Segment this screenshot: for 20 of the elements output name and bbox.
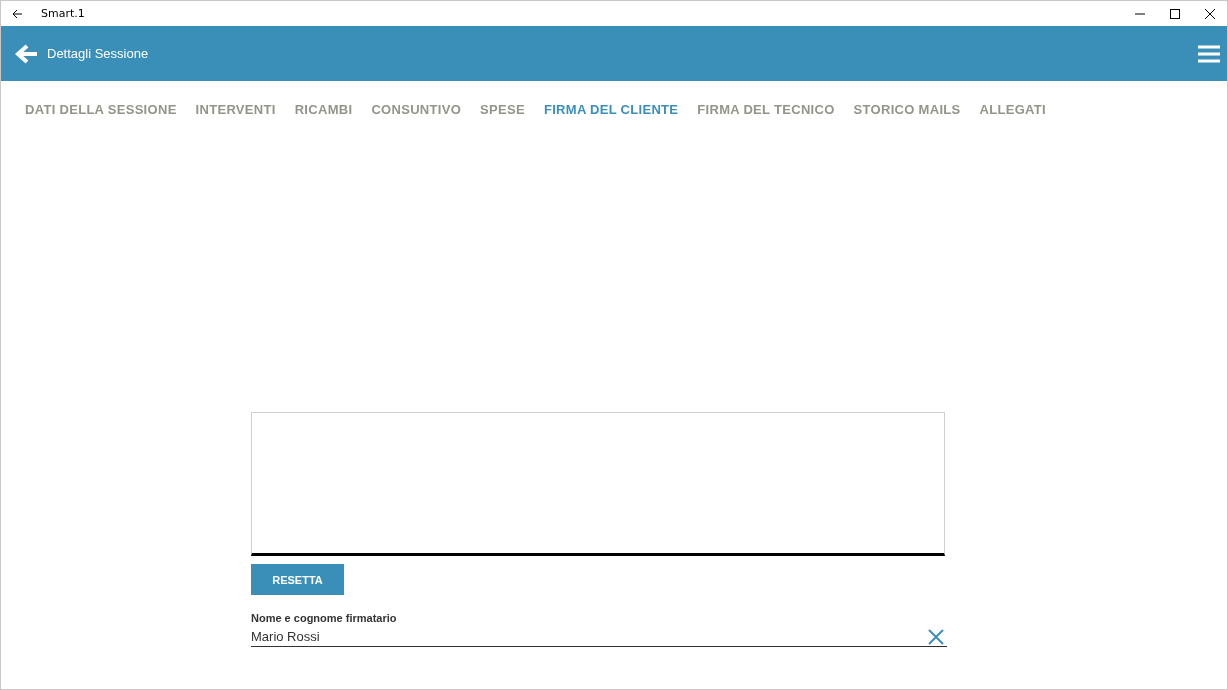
tab[interactable]: ALLEGATI <box>979 100 1046 118</box>
close-icon[interactable] <box>1205 8 1215 19</box>
menu-button[interactable] <box>1197 43 1221 64</box>
tab[interactable]: STORICO MAILS <box>853 100 961 118</box>
clear-icon[interactable] <box>927 627 945 646</box>
tab[interactable]: RICAMBI <box>294 100 353 118</box>
page-title: Dettagli Sessione <box>47 46 150 61</box>
tab[interactable]: FIRMA DEL CLIENTE <box>543 100 679 118</box>
tab[interactable]: DATI DELLA SESSIONE <box>25 100 177 118</box>
name-field[interactable]: Mario Rossi <box>251 626 947 647</box>
signature-pad[interactable] <box>251 412 945 556</box>
tab[interactable]: FIRMA DEL TECNICO <box>697 100 835 118</box>
back-arrow-icon[interactable] <box>11 7 23 20</box>
tab[interactable]: SPESE <box>480 100 525 118</box>
maximize-icon[interactable] <box>1170 8 1180 19</box>
reset-button[interactable]: RESETTA <box>251 564 344 595</box>
field-label: Nome e cognome firmatario <box>251 612 398 624</box>
tab[interactable]: CONSUNTIVO <box>371 100 462 118</box>
window-title: Smart.1 <box>41 7 86 20</box>
tab[interactable]: INTERVENTI <box>195 100 276 118</box>
